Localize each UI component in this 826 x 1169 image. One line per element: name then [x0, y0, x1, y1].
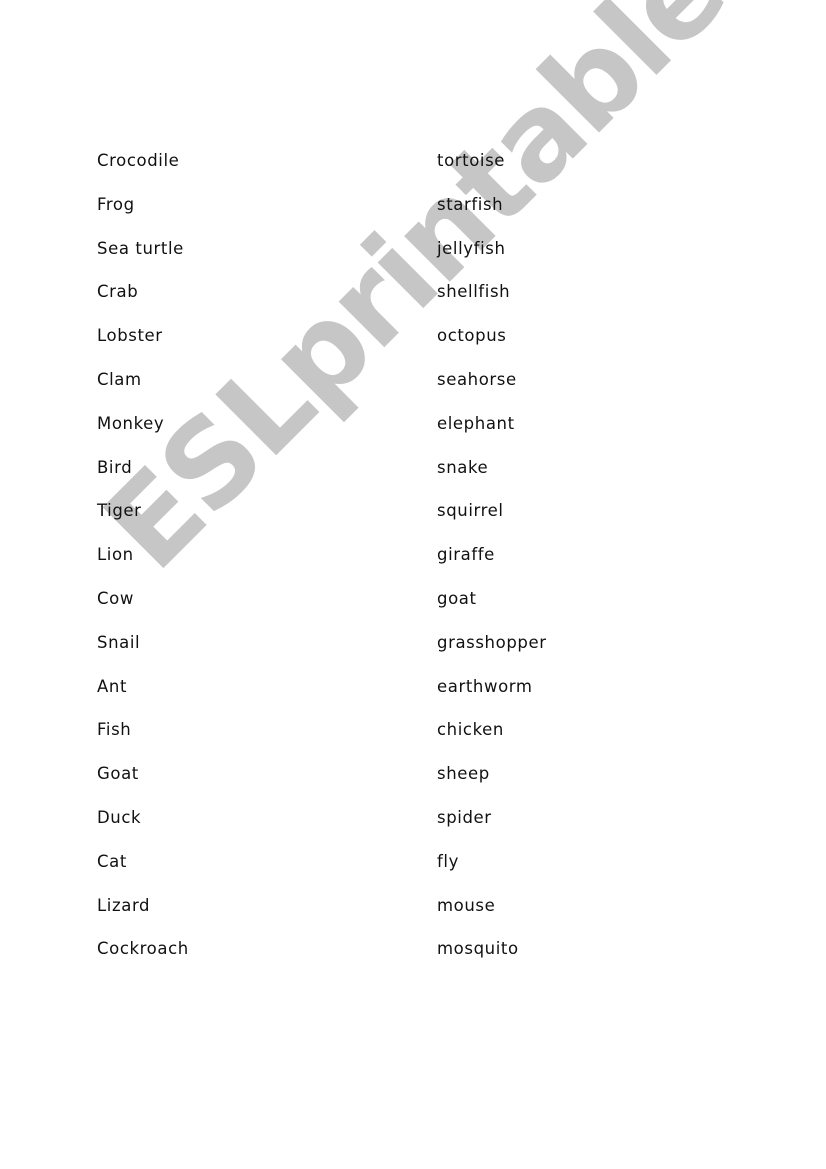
word-item: chicken — [437, 720, 504, 740]
word-item: Tiger — [97, 501, 142, 521]
word-item: Lizard — [97, 895, 151, 915]
word-item: Cow — [97, 588, 134, 608]
word-item: elephant — [437, 413, 515, 433]
word-item: Bird — [97, 457, 133, 477]
word-item: Goat — [97, 764, 139, 784]
word-item: Cat — [97, 851, 127, 871]
word-item: snake — [437, 457, 489, 477]
word-item: jellyfish — [437, 238, 506, 258]
word-item: squirrel — [437, 501, 504, 521]
word-item: Cockroach — [97, 939, 189, 959]
word-item: giraffe — [437, 545, 495, 565]
word-item: tortoise — [437, 151, 506, 170]
word-item: grasshopper — [437, 632, 547, 652]
word-item: Crocodile — [97, 151, 180, 170]
word-item: Snail — [97, 632, 141, 652]
word-item: goat — [437, 588, 477, 608]
word-item: sheep — [437, 764, 490, 784]
word-item: mosquito — [437, 939, 519, 959]
word-item: Sea turtle — [97, 238, 184, 258]
word-item: Clam — [97, 369, 142, 389]
word-item: Lion — [97, 545, 134, 565]
right-word-column: tortoise starfish jellyfish shellfish oc… — [437, 149, 547, 981]
word-item: spider — [437, 807, 492, 827]
word-item: Fish — [97, 720, 132, 740]
word-item: earthworm — [437, 676, 533, 696]
word-item: Crab — [97, 282, 139, 302]
word-item: starfish — [437, 194, 504, 214]
word-item: Monkey — [97, 413, 165, 433]
word-item: fly — [437, 851, 459, 871]
word-item: shellfish — [437, 282, 511, 302]
word-item: seahorse — [437, 369, 517, 389]
word-item: mouse — [437, 895, 496, 915]
word-item: Lobster — [97, 326, 163, 346]
word-item: octopus — [437, 326, 507, 346]
word-item: Frog — [97, 194, 135, 214]
word-item: Duck — [97, 807, 142, 827]
left-word-column: Crocodile Frog Sea turtle Crab Lobster C… — [97, 149, 189, 981]
worksheet-page: ESLprintables.com Crocodile Frog Sea tur… — [0, 0, 826, 1169]
word-item: Ant — [97, 676, 128, 696]
